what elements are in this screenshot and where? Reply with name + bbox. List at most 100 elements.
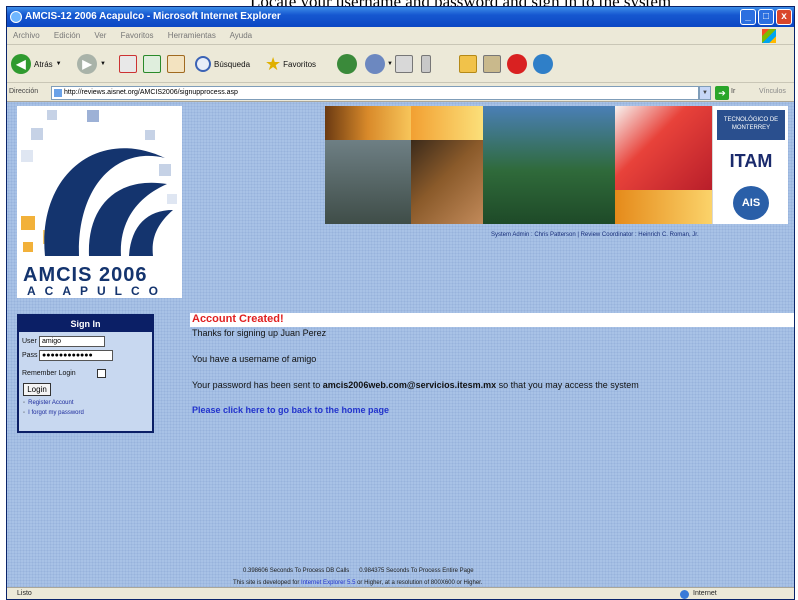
forward-dropdown-icon[interactable]: ▼ xyxy=(100,61,106,67)
forward-button[interactable]: ▶ ▼ xyxy=(77,53,106,75)
email-address: amcis2006web.com@servicios.itesm.mx xyxy=(322,380,497,390)
go-arrow-icon[interactable]: ➔ xyxy=(715,86,729,100)
history-icon xyxy=(337,54,357,74)
address-input[interactable]: http://reviews.aisnet.org/AMCIS2006/sign… xyxy=(51,86,699,100)
logo-subtitle: ACAPULCO xyxy=(27,284,167,298)
search-label: Búsqueda xyxy=(214,59,251,69)
people-icon xyxy=(533,54,553,74)
itam-logo: ITAM xyxy=(729,151,773,171)
menu-favoritos[interactable]: Favoritos xyxy=(121,31,154,40)
user-input[interactable]: amigo xyxy=(39,336,105,347)
bullet-icon: ◦ xyxy=(23,410,26,416)
messenger-button[interactable] xyxy=(507,53,527,75)
timing-info: 0.398606 Seconds To Process DB Calls 0.9… xyxy=(243,568,474,574)
folder-icon xyxy=(459,55,477,73)
remember-login-label: Remember Login xyxy=(22,370,76,377)
mail-button[interactable]: ▼ xyxy=(365,53,393,75)
password-input[interactable]: ●●●●●●●●●●●● xyxy=(39,350,113,361)
banner-photo-hotel xyxy=(483,106,615,224)
close-button[interactable]: x xyxy=(776,9,792,25)
toolbar: ◀ Atrás ▼ ▶ ▼ Búsqueda ★ Favoritos ▼ xyxy=(7,45,794,83)
address-bar: Dirección http://reviews.aisnet.org/AMCI… xyxy=(7,84,794,102)
forgot-row: ◦ I forgot my password xyxy=(23,410,84,416)
signin-box: Sign In User amigo Pass ●●●●●●●●●●●● Rem… xyxy=(17,314,154,433)
home-icon xyxy=(167,55,185,73)
password-message: Your password has been sent to amcis2006… xyxy=(192,380,639,390)
credits-line: System Admin : Chris Patterson | Review … xyxy=(491,232,699,238)
favorites-button[interactable]: ★ Favoritos xyxy=(265,53,316,75)
banner-photo-flamingo xyxy=(615,106,712,224)
back-button[interactable]: ◀ Atrás ▼ xyxy=(11,53,62,75)
login-button[interactable]: Login xyxy=(23,383,51,396)
forward-arrow-icon: ▶ xyxy=(77,54,97,74)
internet-globe-icon xyxy=(680,590,689,599)
forgot-password-link[interactable]: I forgot my password xyxy=(28,410,84,416)
browser-note-suffix: or Higher, at a resolution of 800X600 or… xyxy=(357,580,483,586)
page-content: AMCIS 2006 ACAPULCO TECNOLÓGICO DE MONTE… xyxy=(7,102,794,587)
windows-logo-icon xyxy=(762,29,776,43)
menu-archivo[interactable]: Archivo xyxy=(13,31,40,40)
menu-ayuda[interactable]: Ayuda xyxy=(230,31,253,40)
banner-photo-beach xyxy=(325,106,411,224)
account-created-title: Account Created! xyxy=(192,313,284,325)
amcis-logo: AMCIS 2006 ACAPULCO xyxy=(17,106,182,298)
edit-button[interactable] xyxy=(421,53,431,75)
browser-window: AMCIS-12 2006 Acapulco - Microsoft Inter… xyxy=(6,6,795,600)
password-message-prefix: Your password has been sent to xyxy=(192,380,321,390)
maximize-button[interactable]: □ xyxy=(758,9,774,25)
status-bar: Listo Internet xyxy=(7,587,794,599)
stop-button[interactable] xyxy=(119,53,137,75)
address-dropdown-icon[interactable]: ▼ xyxy=(699,86,711,100)
tec-logo: TECNOLÓGICO DE MONTERREY xyxy=(717,110,785,140)
history-button[interactable] xyxy=(337,53,357,75)
ais-logo: AIS xyxy=(733,186,769,220)
favorites-label: Favoritos xyxy=(283,59,317,69)
menu-herramientas[interactable]: Herramientas xyxy=(168,31,216,40)
search-button[interactable]: Búsqueda xyxy=(195,53,250,75)
minimize-button[interactable]: _ xyxy=(740,9,756,25)
people-button[interactable] xyxy=(533,53,553,75)
signin-title: Sign In xyxy=(19,316,152,332)
register-row: ◦ Register Account xyxy=(23,400,74,406)
title-bar[interactable]: AMCIS-12 2006 Acapulco - Microsoft Inter… xyxy=(7,7,794,27)
stop-icon xyxy=(119,55,137,73)
print-icon xyxy=(395,55,413,73)
header-banner: TECNOLÓGICO DE MONTERREY ITAM AIS xyxy=(325,106,788,224)
browser-note-prefix: This site is developed for xyxy=(233,580,300,586)
browser-note: This site is developed for Internet Expl… xyxy=(233,580,483,586)
edit-icon xyxy=(421,55,431,73)
back-label: Atrás xyxy=(34,59,53,69)
go-button[interactable]: Ir xyxy=(731,88,735,95)
research-button[interactable] xyxy=(483,53,501,75)
security-zone: Internet xyxy=(693,590,717,597)
menu-ver[interactable]: Ver xyxy=(94,31,106,40)
refresh-button[interactable] xyxy=(143,53,161,75)
user-label: User xyxy=(22,338,37,345)
folder-button[interactable] xyxy=(459,53,477,75)
favorites-star-icon: ★ xyxy=(265,53,282,74)
banner-photo-sunset xyxy=(411,106,483,224)
menu-edicion[interactable]: Edición xyxy=(54,31,80,40)
register-account-link[interactable]: Register Account xyxy=(28,400,73,406)
address-label: Dirección xyxy=(9,88,39,95)
ie-icon xyxy=(10,11,22,23)
search-icon xyxy=(195,56,211,72)
links-button[interactable]: Vínculos xyxy=(759,88,786,95)
sponsor-logos: TECNOLÓGICO DE MONTERREY ITAM AIS xyxy=(712,106,788,224)
mail-icon xyxy=(365,54,385,74)
back-arrow-icon: ◀ xyxy=(11,54,31,74)
page-icon xyxy=(54,89,62,97)
pass-label: Pass xyxy=(22,352,38,359)
back-dropdown-icon[interactable]: ▼ xyxy=(56,61,62,67)
account-created-bar: Account Created! xyxy=(190,313,794,327)
window-controls: _ □ x xyxy=(740,9,792,25)
print-button[interactable] xyxy=(395,53,413,75)
home-page-link[interactable]: Please click here to go back to the home… xyxy=(192,405,389,415)
home-button[interactable] xyxy=(167,53,185,75)
menu-bar: Archivo Edición Ver Favoritos Herramient… xyxy=(7,27,794,45)
remember-login-checkbox[interactable] xyxy=(97,369,106,378)
internet-explorer-link[interactable]: Internet Explorer 5.5 xyxy=(301,580,355,586)
username-message: You have a username of amigo xyxy=(192,354,317,364)
thanks-message: Thanks for signing up Juan Perez xyxy=(192,328,327,338)
mail-dropdown-icon[interactable]: ▼ xyxy=(387,61,393,67)
